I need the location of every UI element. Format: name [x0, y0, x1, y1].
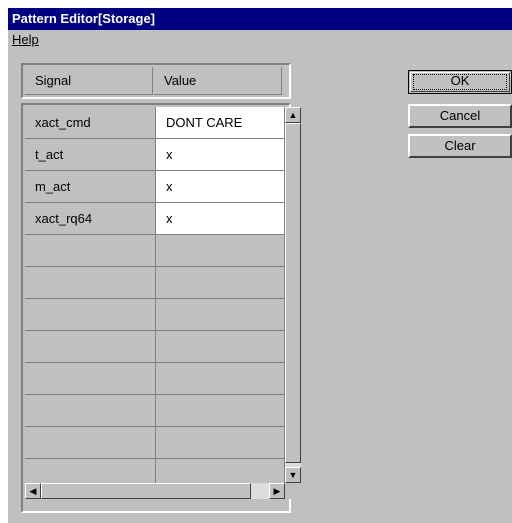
value-cell[interactable] [156, 459, 285, 483]
value-cell[interactable] [156, 395, 285, 427]
horizontal-scrollbar[interactable]: ◀ ▶ [25, 483, 285, 499]
value-cell[interactable] [156, 235, 285, 267]
signal-cell[interactable] [25, 331, 156, 363]
value-cell[interactable]: x [156, 203, 285, 235]
scroll-up-button[interactable]: ▲ [285, 107, 301, 123]
vertical-scroll-thumb[interactable] [285, 123, 301, 463]
table-row[interactable] [25, 235, 285, 267]
signal-cell[interactable]: xact_cmd [25, 107, 156, 139]
ok-button-label: OK [450, 73, 470, 88]
value-cell[interactable] [156, 267, 285, 299]
signal-cell[interactable]: m_act [25, 171, 156, 203]
table-row[interactable]: xact_cmd DONT CARE [25, 107, 285, 139]
signal-cell[interactable] [25, 459, 156, 483]
value-cell[interactable] [156, 427, 285, 459]
signal-cell[interactable] [25, 299, 156, 331]
table-row[interactable] [25, 395, 285, 427]
window-title: Pattern Editor[Storage] [8, 8, 512, 30]
signal-cell[interactable] [25, 363, 156, 395]
menu-bar: Help [8, 30, 512, 48]
menu-help[interactable]: Help [12, 32, 39, 47]
value-cell[interactable] [156, 363, 285, 395]
grid-rows: xact_cmd DONT CARE t_act x m_act x xact_rq64 x [25, 107, 285, 483]
menu-help-mnemonic: Help [12, 32, 39, 47]
value-cell[interactable]: x [156, 139, 285, 171]
table-row[interactable]: t_act x [25, 139, 285, 171]
clear-button-label: Clear [444, 138, 476, 153]
horizontal-scroll-thumb[interactable] [41, 483, 251, 499]
scroll-down-button[interactable]: ▼ [285, 467, 301, 483]
value-cell[interactable] [156, 299, 285, 331]
value-cell[interactable] [156, 331, 285, 363]
scroll-right-button[interactable]: ▶ [269, 483, 285, 499]
table-row[interactable] [25, 459, 285, 483]
table-row[interactable]: m_act x [25, 171, 285, 203]
pattern-editor-window: Pattern Editor[Storage] Help Signal Valu… [8, 8, 512, 523]
table-row[interactable] [25, 299, 285, 331]
table-row[interactable]: xact_rq64 x [25, 203, 285, 235]
grid-header: Signal Value [21, 63, 291, 99]
signal-cell[interactable]: t_act [25, 139, 156, 171]
signal-cell[interactable] [25, 267, 156, 299]
vertical-scrollbar[interactable]: ▲ ▼ [285, 107, 301, 483]
scroll-left-button[interactable]: ◀ [25, 483, 41, 499]
table-row[interactable] [25, 331, 285, 363]
value-cell[interactable]: x [156, 171, 285, 203]
table-row[interactable] [25, 363, 285, 395]
signal-cell[interactable] [25, 235, 156, 267]
table-row[interactable] [25, 427, 285, 459]
column-header-signal[interactable]: Signal [25, 67, 153, 95]
table-row[interactable] [25, 267, 285, 299]
signal-grid: xact_cmd DONT CARE t_act x m_act x xact_rq64 x … [21, 103, 301, 513]
clear-button[interactable]: Clear [408, 134, 512, 158]
signal-cell[interactable] [25, 427, 156, 459]
cancel-button-label: Cancel [439, 108, 481, 123]
value-cell[interactable]: DONT CARE [156, 107, 285, 139]
cancel-button[interactable]: Cancel [408, 104, 512, 128]
ok-button[interactable]: OK [408, 70, 512, 94]
signal-cell[interactable]: xact_rq64 [25, 203, 156, 235]
signal-cell[interactable] [25, 395, 156, 427]
column-header-value[interactable]: Value [154, 67, 282, 95]
scrollbar-corner [285, 483, 301, 499]
